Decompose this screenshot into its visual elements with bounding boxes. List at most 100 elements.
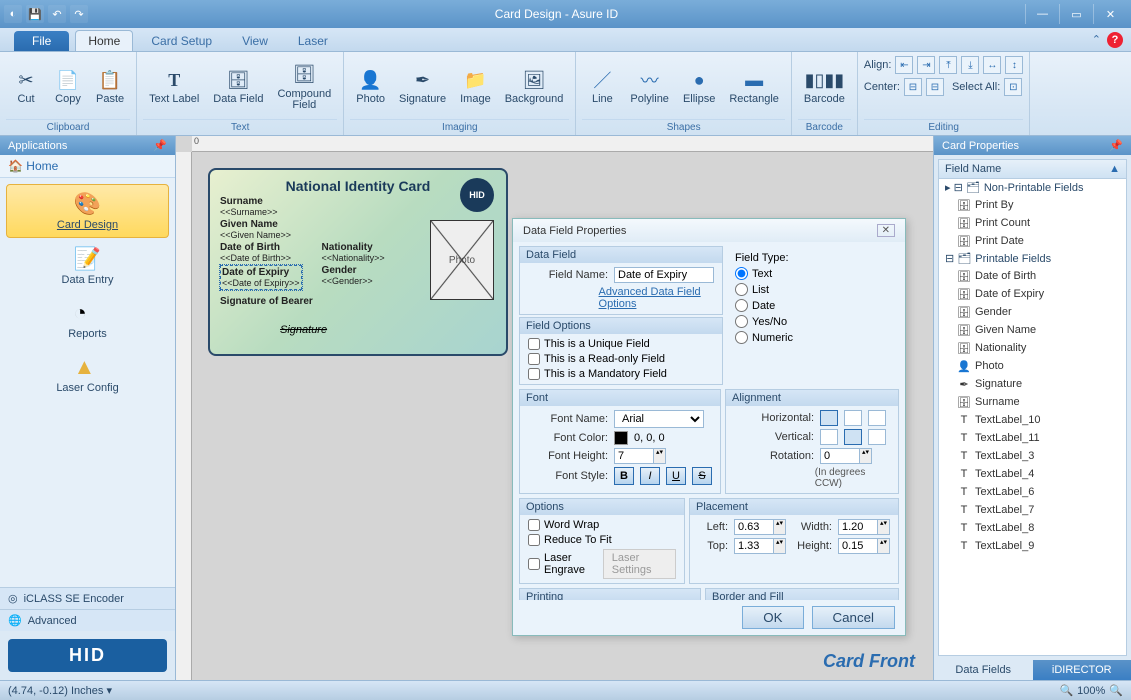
- copy-button[interactable]: 📄Copy: [48, 66, 88, 107]
- tree-item[interactable]: TTextLabel_10: [939, 411, 1126, 429]
- font-name-select[interactable]: Arial: [614, 410, 704, 428]
- redo-icon[interactable]: ↷: [70, 5, 88, 23]
- file-tab[interactable]: File: [14, 31, 69, 51]
- polyline-button[interactable]: 〰Polyline: [624, 66, 675, 107]
- underline-button[interactable]: U: [666, 467, 686, 485]
- zoom-in-icon[interactable]: 🔍: [1109, 684, 1123, 697]
- tree-item[interactable]: TTextLabel_8: [939, 519, 1126, 537]
- signature-button[interactable]: ✒Signature: [393, 66, 452, 107]
- view-tab[interactable]: View: [230, 31, 280, 51]
- height-input[interactable]: [838, 538, 878, 554]
- save-icon[interactable]: 💾: [26, 5, 44, 23]
- photo-placeholder[interactable]: Photo: [430, 220, 494, 300]
- image-button[interactable]: 📁Image: [454, 66, 497, 107]
- align-top-button[interactable]: ⤒: [939, 56, 957, 74]
- ellipse-button[interactable]: ●Ellipse: [677, 66, 721, 107]
- rotation-input[interactable]: [820, 448, 860, 464]
- panel-pin-icon[interactable]: 📌: [153, 139, 167, 152]
- spin-icon[interactable]: ▴▾: [654, 448, 666, 464]
- italic-button[interactable]: I: [640, 467, 660, 485]
- sort-icon[interactable]: ▲: [1109, 163, 1120, 175]
- distribute-h-button[interactable]: ↔: [983, 56, 1001, 74]
- field-tree[interactable]: Field Name▲ ▸ ⊟ 🗂 Non-Printable Fields 🗄…: [938, 159, 1127, 656]
- mandatory-checkbox[interactable]: This is a Mandatory Field: [528, 368, 714, 380]
- paste-button[interactable]: 📋Paste: [90, 66, 130, 107]
- color-swatch[interactable]: [614, 431, 628, 445]
- tree-item[interactable]: 👤Photo: [939, 357, 1126, 375]
- top-input[interactable]: [734, 538, 774, 554]
- card-preview[interactable]: National Identity Card HID Surname<<Surn…: [208, 168, 508, 356]
- tree-item[interactable]: TTextLabel_11: [939, 429, 1126, 447]
- tree-item[interactable]: 🗄Surname: [939, 393, 1126, 411]
- nav-iclass[interactable]: ◎iCLASS SE Encoder: [0, 587, 175, 609]
- field-nat[interactable]: Nationality<<Nationality>>: [322, 242, 385, 263]
- cardsetup-tab[interactable]: Card Setup: [139, 31, 224, 51]
- halign-right[interactable]: [868, 410, 886, 426]
- wordwrap-checkbox[interactable]: Word Wrap: [528, 519, 676, 531]
- spin-icon[interactable]: ▴▾: [860, 448, 872, 464]
- textlabel-button[interactable]: TText Label: [143, 66, 205, 107]
- tree-item[interactable]: 🗄Date of Birth: [939, 267, 1126, 285]
- dialog-close-icon[interactable]: ✕: [877, 224, 895, 237]
- field-dob[interactable]: Date of Birth<<Date of Birth>>: [220, 242, 302, 263]
- panel-pin-icon[interactable]: 📌: [1109, 139, 1123, 152]
- background-button[interactable]: 🖼Background: [499, 66, 570, 107]
- advanced-options-link[interactable]: Advanced Data Field Options: [599, 286, 714, 310]
- laser-checkbox[interactable]: Laser Engrave: [528, 552, 597, 576]
- undo-icon[interactable]: ↶: [48, 5, 66, 23]
- selectall-button[interactable]: ⊡: [1004, 78, 1022, 96]
- align-bottom-button[interactable]: ⤓: [961, 56, 979, 74]
- ok-button[interactable]: OK: [742, 606, 803, 629]
- close-button[interactable]: ✕: [1093, 4, 1127, 24]
- signature-placeholder[interactable]: Signature: [280, 324, 327, 336]
- cancel-button[interactable]: Cancel: [812, 606, 896, 629]
- nav-advanced[interactable]: 🌐Advanced: [0, 609, 175, 631]
- line-button[interactable]: ／Line: [582, 66, 622, 107]
- rectangle-button[interactable]: ▬Rectangle: [723, 66, 785, 107]
- home-tab[interactable]: Home: [75, 30, 133, 51]
- halign-left[interactable]: [820, 410, 838, 426]
- halign-center[interactable]: [844, 410, 862, 426]
- tree-item[interactable]: 🗄Date of Expiry: [939, 285, 1126, 303]
- reducefit-checkbox[interactable]: Reduce To Fit: [528, 534, 676, 546]
- valign-top[interactable]: [820, 429, 838, 445]
- tree-group-nonprintable[interactable]: ▸ ⊟ 🗂 Non-Printable Fields: [939, 179, 1126, 196]
- nav-data-entry[interactable]: 📝Data Entry: [6, 240, 169, 292]
- tree-item[interactable]: 🗄Print By: [939, 196, 1126, 214]
- tree-item[interactable]: TTextLabel_4: [939, 465, 1126, 483]
- nav-laser-config[interactable]: ▲Laser Config: [6, 348, 169, 400]
- strike-button[interactable]: S: [692, 467, 712, 485]
- compound-button[interactable]: 🗄Compound Field: [271, 61, 337, 113]
- width-input[interactable]: [838, 519, 878, 535]
- align-left-button[interactable]: ⇤: [895, 56, 913, 74]
- tree-item[interactable]: 🗄Print Date: [939, 232, 1126, 250]
- tree-item[interactable]: TTextLabel_7: [939, 501, 1126, 519]
- left-input[interactable]: [734, 519, 774, 535]
- tree-item[interactable]: TTextLabel_3: [939, 447, 1126, 465]
- datafield-button[interactable]: 🗄Data Field: [207, 66, 269, 107]
- ft-list-radio[interactable]: List: [735, 283, 891, 296]
- tree-item[interactable]: 🗄Gender: [939, 303, 1126, 321]
- field-gender[interactable]: Gender<<Gender>>: [322, 265, 385, 286]
- laser-tab[interactable]: Laser: [286, 31, 340, 51]
- help-icon[interactable]: ?: [1107, 32, 1123, 48]
- tree-column-header[interactable]: Field Name▲: [939, 160, 1126, 179]
- tab-idirector[interactable]: iDIRECTOR: [1033, 660, 1131, 680]
- ft-numeric-radio[interactable]: Numeric: [735, 331, 891, 344]
- align-right-button[interactable]: ⇥: [917, 56, 935, 74]
- field-doe-selected[interactable]: Date of Expiry<<Date of Expiry>>: [220, 265, 302, 290]
- photo-button[interactable]: 👤Photo: [350, 66, 391, 107]
- zoom-level[interactable]: 100%: [1077, 685, 1105, 697]
- ft-yesno-radio[interactable]: Yes/No: [735, 315, 891, 328]
- center-h-button[interactable]: ⊟: [904, 78, 922, 96]
- minimize-button[interactable]: —: [1025, 4, 1059, 24]
- tree-item[interactable]: TTextLabel_9: [939, 537, 1126, 555]
- tree-item[interactable]: 🗄Print Count: [939, 214, 1126, 232]
- readonly-checkbox[interactable]: This is a Read-only Field: [528, 353, 714, 365]
- tree-item[interactable]: 🗄Nationality: [939, 339, 1126, 357]
- status-units[interactable]: Inches: [71, 685, 103, 697]
- tree-item[interactable]: 🗄Given Name: [939, 321, 1126, 339]
- valign-bot[interactable]: [868, 429, 886, 445]
- field-name-input[interactable]: [614, 267, 714, 283]
- center-v-button[interactable]: ⊟: [926, 78, 944, 96]
